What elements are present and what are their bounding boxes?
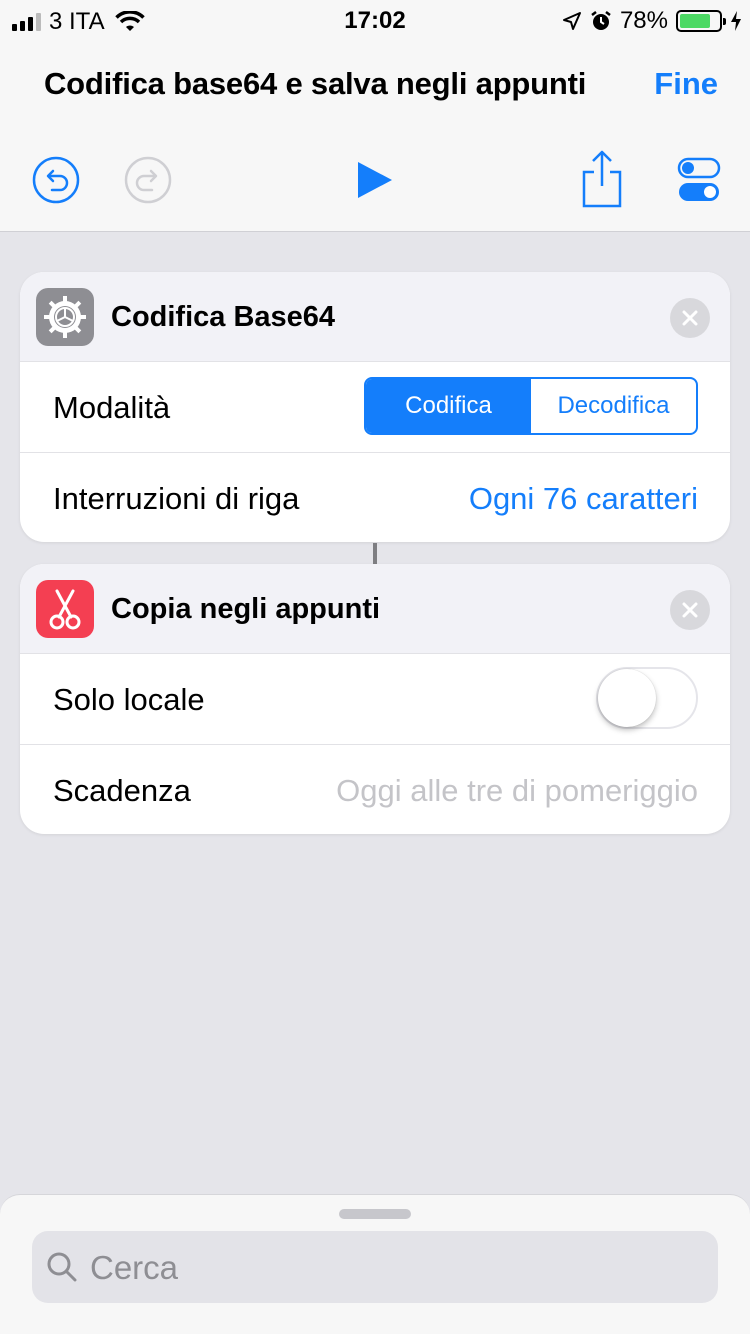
share-icon[interactable] [580, 150, 624, 208]
battery-icon [676, 10, 726, 32]
alarm-icon [591, 11, 611, 30]
search-icon [47, 1252, 77, 1282]
expiry-row[interactable]: Scadenza Oggi alle tre di pomeriggio [20, 744, 730, 834]
location-arrow-icon [562, 12, 581, 30]
mode-row: Modalità Codifica Decodifica [20, 362, 730, 452]
mode-segmented-control[interactable]: Codifica Decodifica [364, 377, 698, 435]
toggle-knob [598, 669, 656, 727]
search-input[interactable]: Cerca [32, 1231, 718, 1303]
page-title: Codifica base64 e salva negli appunti [44, 66, 587, 101]
action-card-header: Copia negli appunti [20, 564, 730, 654]
gear-icon [36, 288, 94, 346]
segment-encode[interactable]: Codifica [366, 379, 531, 433]
status-bar: 3 ITA 17:02 78% [0, 0, 750, 40]
action-title: Codifica Base64 [111, 301, 336, 333]
settings-toggles-icon[interactable] [677, 156, 721, 204]
action-card-base64: Codifica Base64 Modalità Codifica Decodi… [20, 272, 730, 542]
remove-action-button[interactable] [670, 298, 710, 338]
undo-icon[interactable] [32, 156, 80, 204]
local-only-row: Solo locale [20, 654, 730, 744]
action-title: Copia negli appunti [111, 593, 381, 625]
battery-percent: 78% [619, 7, 668, 34]
editor-header: Codifica base64 e salva negli appunti Fi… [0, 40, 750, 232]
redo-icon[interactable] [124, 156, 172, 204]
close-icon [682, 602, 698, 618]
action-card-header: Codifica Base64 [20, 272, 730, 362]
expiry-label: Scadenza [53, 773, 191, 808]
local-only-label: Solo locale [53, 682, 205, 717]
expiry-field[interactable]: Oggi alle tre di pomeriggio [336, 773, 698, 809]
local-only-toggle[interactable] [596, 667, 698, 729]
action-card-clipboard: Copia negli appunti Solo locale Scadenza… [20, 564, 730, 834]
done-button[interactable]: Fine [654, 66, 718, 102]
mode-label: Modalità [53, 390, 171, 425]
close-icon [682, 310, 698, 326]
scissors-icon [36, 580, 94, 638]
charging-bolt-icon [731, 11, 741, 31]
line-breaks-row[interactable]: Interruzioni di riga Ogni 76 caratteri [20, 452, 730, 542]
remove-action-button[interactable] [670, 590, 710, 630]
battery-fill [680, 14, 710, 28]
action-connector [373, 543, 377, 565]
sheet-grabber[interactable] [339, 1209, 411, 1219]
search-placeholder: Cerca [90, 1249, 179, 1286]
segment-decode[interactable]: Decodifica [531, 379, 696, 433]
line-breaks-value[interactable]: Ogni 76 caratteri [469, 481, 698, 517]
status-right: 78% [562, 7, 742, 35]
line-breaks-label: Interruzioni di riga [53, 481, 300, 516]
play-icon[interactable] [354, 160, 394, 200]
actions-search-sheet: Cerca [0, 1194, 750, 1334]
